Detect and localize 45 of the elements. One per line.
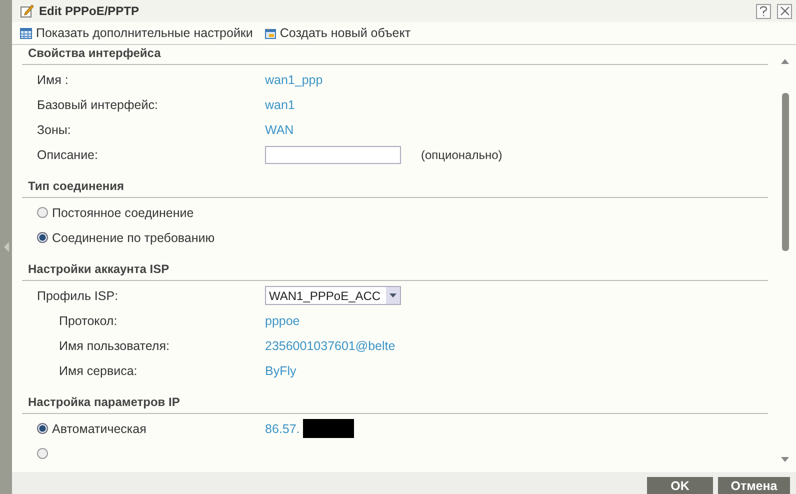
field-value: 2356001037601@belte <box>265 338 396 352</box>
scroll-up-icon[interactable] <box>781 59 789 64</box>
field-value: wan1_ppp <box>265 72 323 86</box>
field-label: Профиль ISP: <box>37 288 120 302</box>
field-label: Базовый интерфейс: <box>37 98 159 112</box>
field-label: Имя : <box>37 72 70 86</box>
scroll-thumb[interactable] <box>782 93 788 251</box>
close-icon <box>780 6 790 16</box>
section-heading: Свойства интерфейса <box>22 45 768 65</box>
toolbar-link[interactable]: Показать дополнительные настройки <box>20 26 253 40</box>
field-value: WAN <box>265 122 294 136</box>
section-heading: Тип соединения <box>22 175 768 198</box>
window-title: Edit PPPoE/PPTP <box>39 4 140 18</box>
caret-icon <box>386 287 400 304</box>
radio-button[interactable] <box>37 232 48 243</box>
toolbar-link[interactable]: Создать новый объект <box>262 26 411 40</box>
edit-icon <box>20 4 34 18</box>
table-icon <box>20 28 32 38</box>
field-label: Описание: <box>37 148 99 162</box>
scroll-down-icon[interactable] <box>781 457 789 462</box>
field-label: Протокол: <box>59 314 118 328</box>
field-label: Имя сервиса: <box>59 364 138 378</box>
section-heading: Настройка параметров IP <box>22 391 768 414</box>
radio-label[interactable]: Автоматическая <box>52 422 146 436</box>
ip-address: 86.57. <box>265 422 300 436</box>
profile-dropdown[interactable]: WAN1_PPPoE_ACC <box>265 286 401 305</box>
new-object-icon <box>262 27 276 39</box>
field-note: (опционально) <box>421 148 502 162</box>
section-heading: Настройки аккаунта ISP <box>22 258 768 281</box>
field-value: ByFly <box>265 364 296 378</box>
dialog-button[interactable]: Отмена <box>718 477 790 494</box>
close-button[interactable] <box>777 4 792 18</box>
field-value: wan1 <box>265 98 295 112</box>
radio-label[interactable]: Постоянное соединение <box>52 206 194 220</box>
radio-button[interactable] <box>37 207 48 218</box>
radio-button[interactable] <box>37 423 48 434</box>
field-label: Имя пользователя: <box>59 338 170 352</box>
field-value: pppoe <box>265 314 300 328</box>
question-mark-icon <box>759 6 768 16</box>
radio-label[interactable]: Соединение по требованию <box>52 230 215 244</box>
radio-button[interactable] <box>37 448 48 459</box>
description-field[interactable] <box>265 146 401 164</box>
help-button[interactable] <box>756 4 771 18</box>
field-label: Зоны: <box>37 122 72 136</box>
dialog-button[interactable]: OK <box>647 477 713 494</box>
